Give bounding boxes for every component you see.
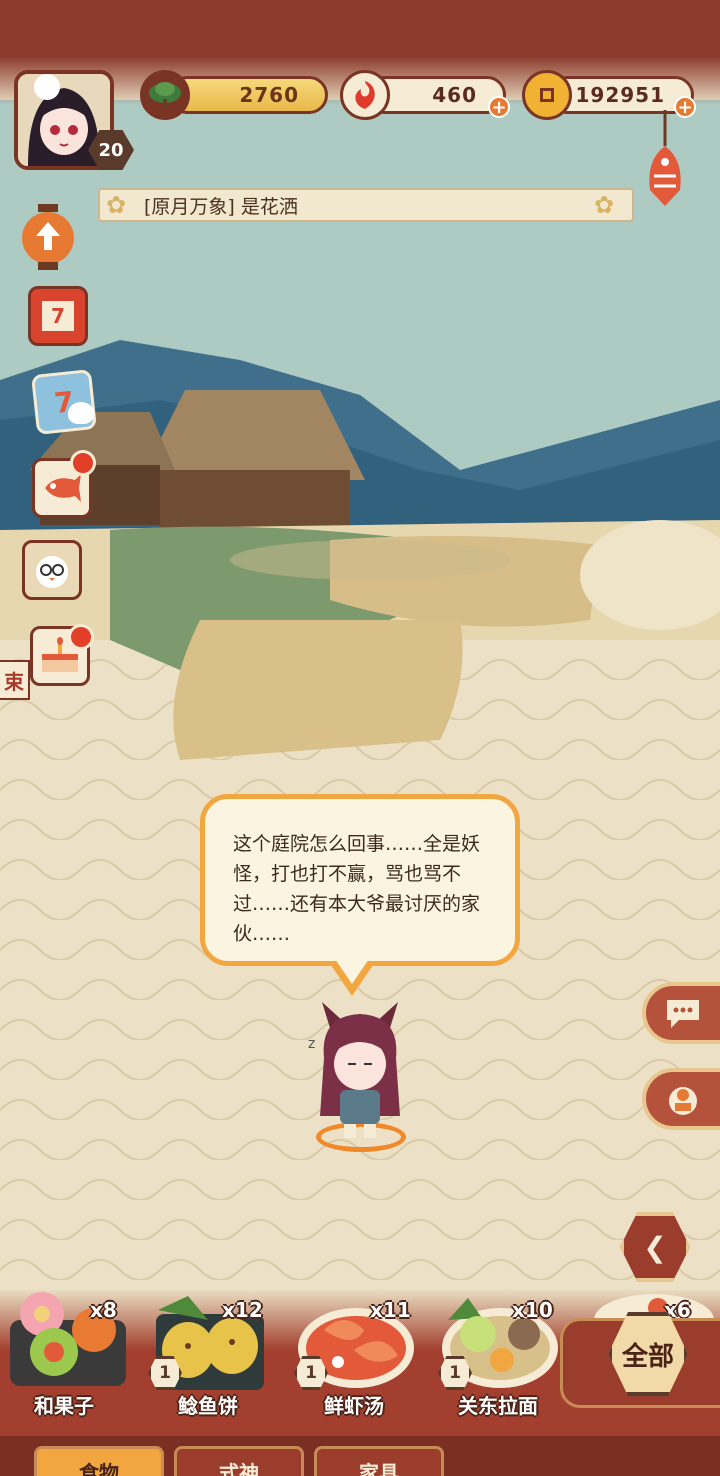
koinobori-notice-dot (70, 450, 96, 476)
food-item-kanto-ramen[interactable]: x10 1 关东拉面 (438, 1290, 562, 1420)
food-item-shrimp-soup[interactable]: x11 1 鲜虾汤 (294, 1290, 418, 1420)
chat-bubble-icon (667, 1000, 699, 1028)
flower-right-icon: ✿ (594, 191, 615, 219)
oni-character[interactable]: z (300, 998, 420, 1144)
pine-icon (140, 70, 190, 120)
food-item-catfish-cake[interactable]: x12 1 鲶鱼饼 (148, 1290, 272, 1420)
calendar-icon[interactable]: 7 (28, 286, 88, 346)
calendar-day: 7 (42, 301, 74, 331)
side-tag[interactable]: 束 (0, 660, 30, 700)
food-item-wagashi[interactable]: x8 和果子 (6, 1290, 130, 1420)
side-tag-text: 束 (4, 669, 24, 694)
tab-shikigami[interactable]: 式神 (174, 1446, 304, 1476)
pine-counter[interactable]: 2760 (168, 76, 328, 114)
food-label: 和果子 (34, 1394, 94, 1418)
food-count: x8 (90, 1298, 117, 1322)
chat-button[interactable] (642, 982, 720, 1044)
gift-icon (669, 1087, 697, 1115)
add-energy-button[interactable]: + (488, 96, 510, 118)
cake-notice-dot (68, 624, 94, 650)
food-label: 关东拉面 (458, 1394, 538, 1418)
food-level: 1 (305, 1363, 317, 1383)
player-level-text: 20 (98, 139, 124, 161)
food-count: x12 (222, 1298, 263, 1322)
all-filter-label: 全部 (621, 1341, 674, 1372)
announcement-bar[interactable]: [原月万象] 是花洒 (98, 188, 634, 222)
flower-left-icon: ✿ (106, 191, 127, 219)
tab-furniture-label: 家具 (359, 1461, 399, 1476)
pine-value: 2760 (239, 83, 299, 107)
avatar-notice-dot (34, 74, 60, 100)
tab-food-label: 食物 (79, 1461, 119, 1476)
announcement-text: [原月万象] 是花洒 (144, 195, 298, 218)
speech-text: 这个庭院怎么回事……全是妖怪，打也打不赢，骂也骂不过……还有本大爷最讨厌的家伙…… (233, 833, 481, 945)
cat-mascot-icon (68, 402, 94, 424)
tab-furniture[interactable]: 家具 (314, 1446, 444, 1476)
header-band (0, 0, 720, 56)
food-label: 鲶鱼饼 (178, 1394, 238, 1418)
food-count: x10 (512, 1298, 553, 1322)
food-level: 1 (449, 1363, 461, 1383)
coin-icon (522, 70, 572, 120)
event-card-icon[interactable]: 7 (31, 369, 97, 435)
speech-tail-inner (333, 956, 371, 984)
energy-value: 460 (432, 83, 477, 107)
food-level: 1 (159, 1363, 171, 1383)
coin-value: 192951 (575, 83, 665, 107)
gift-button[interactable] (642, 1068, 720, 1130)
food-label: 鲜虾汤 (324, 1394, 384, 1418)
tab-shikigami-label: 式神 (219, 1461, 259, 1476)
tab-food[interactable]: 食物 (34, 1446, 164, 1476)
food-count: x11 (370, 1298, 411, 1322)
speech-bubble: 这个庭院怎么回事……全是妖怪，打也打不赢，骂也骂不过……还有本大爷最讨厌的家伙…… (200, 794, 520, 966)
flame-swirl-icon (340, 70, 390, 120)
owl-icon[interactable] (22, 540, 82, 600)
chevron-left-icon: ❮ (643, 1230, 667, 1264)
svg-text:z: z (308, 1036, 315, 1052)
hanging-fish-icon[interactable] (640, 110, 690, 210)
lantern-up-icon[interactable] (20, 204, 76, 270)
